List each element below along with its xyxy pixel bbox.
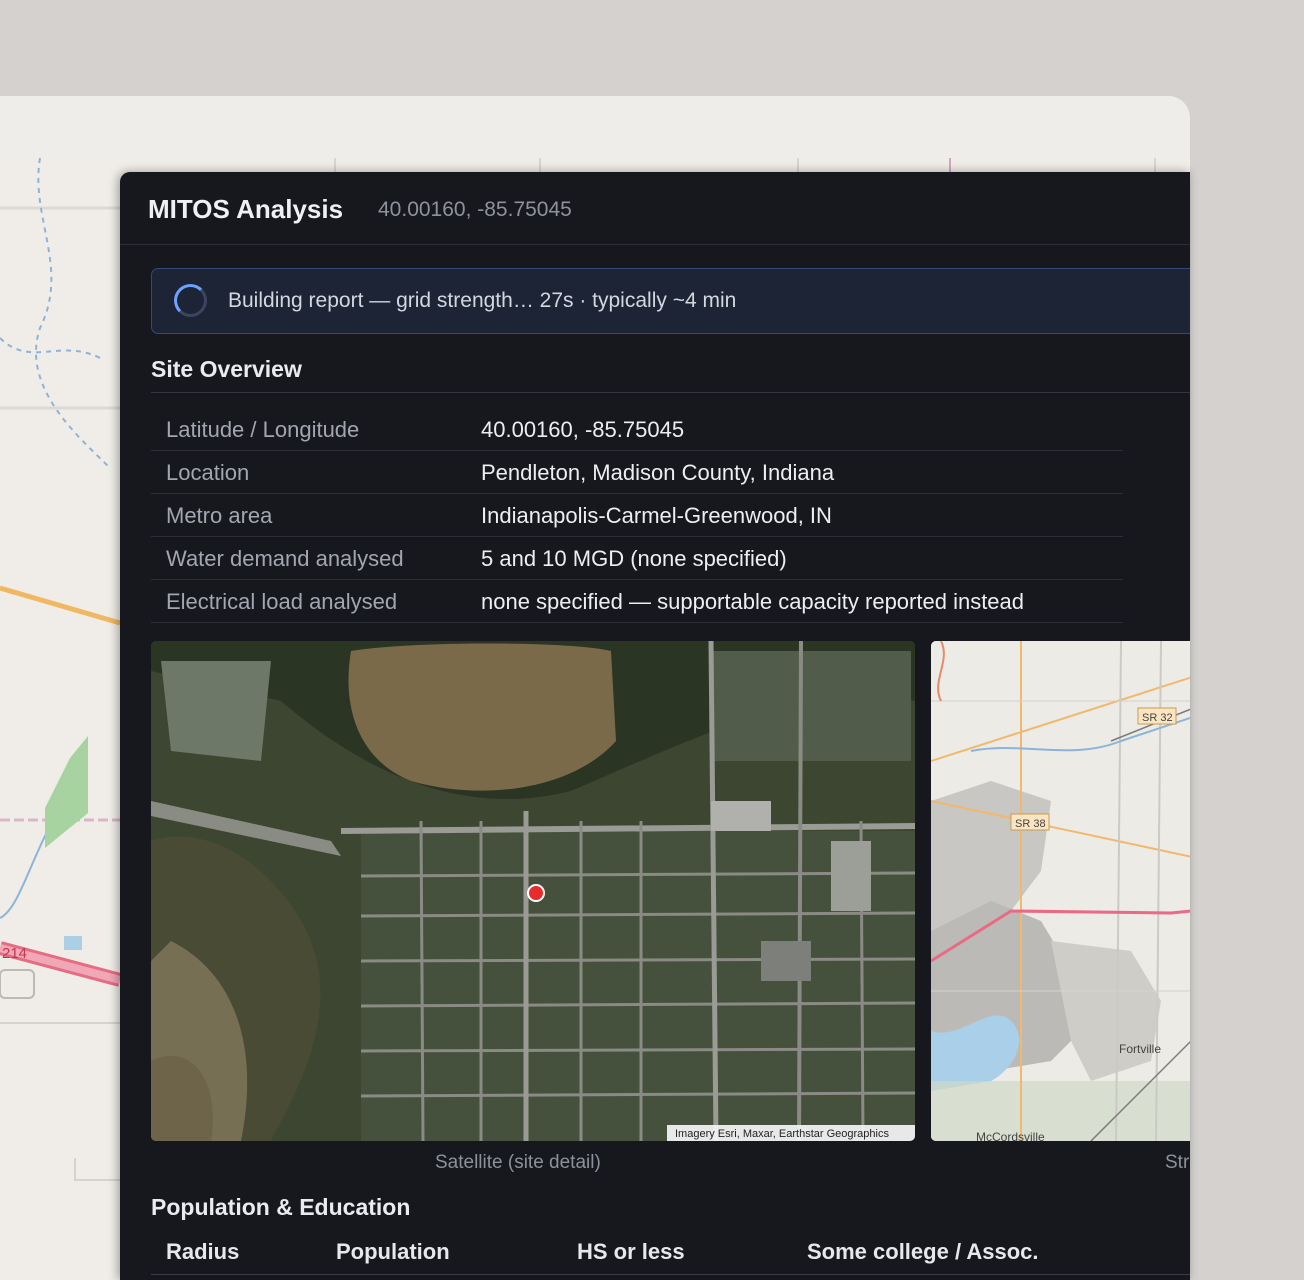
analysis-panel: MITOS Analysis 40.00160, -85.75045 Build…	[120, 172, 1190, 1280]
site-marker	[527, 884, 545, 902]
map-attribution: Imagery Esri, Maxar, Earthstar Geographi…	[675, 1128, 889, 1140]
column-header-radius: Radius	[166, 1239, 240, 1264]
table-row: Latitude / Longitude 40.00160, -85.75045	[151, 408, 1123, 451]
column-header-population: Population	[336, 1239, 450, 1264]
street-map[interactable]: SR 32 SR 38 Fortville McCordsville	[931, 641, 1190, 1141]
row-value: 40.00160, -85.75045	[481, 417, 685, 442]
section-divider	[151, 392, 1190, 393]
population-table-header: Radius Population HS or less Some colleg…	[151, 1234, 1190, 1275]
panel-title: MITOS Analysis	[148, 194, 344, 224]
street-map-caption: Str	[1165, 1152, 1190, 1173]
population-education-title: Population & Education	[151, 1194, 411, 1220]
site-overview-title: Site Overview	[151, 356, 302, 382]
row-label: Electrical load analysed	[166, 589, 398, 614]
table-row: Water demand analysed 5 and 10 MGD (none…	[151, 537, 1123, 580]
row-label: Metro area	[166, 503, 273, 528]
table-row: Metro area Indianapolis-Carmel-Greenwood…	[151, 494, 1123, 537]
column-header-hs-or-less: HS or less	[577, 1239, 685, 1264]
site-overview-table: Latitude / Longitude 40.00160, -85.75045…	[151, 408, 1123, 623]
road-shield-label: 214	[2, 945, 27, 962]
street-map-graphic: SR 32 SR 38 Fortville McCordsville	[931, 641, 1190, 1141]
column-header-some-college: Some college / Assoc.	[807, 1239, 1039, 1264]
window-title-bar	[0, 96, 1190, 158]
road-label-sr38: SR 38	[1015, 818, 1046, 830]
row-label: Water demand analysed	[166, 546, 404, 571]
satellite-map[interactable]: Imagery Esri, Maxar, Earthstar Geographi…	[151, 641, 915, 1141]
panel-coordinates: 40.00160, -85.75045	[378, 198, 572, 221]
row-value: none specified — supportable capacity re…	[481, 589, 1025, 614]
row-label: Location	[166, 460, 250, 485]
row-value: Indianapolis-Carmel-Greenwood, IN	[481, 503, 832, 528]
progress-status-text: Building report — grid strength… 27s · t…	[228, 289, 737, 312]
satellite-caption: Satellite (site detail)	[435, 1152, 601, 1173]
row-value: Pendleton, Madison County, Indiana	[481, 460, 835, 485]
report-progress-banner: Building report — grid strength… 27s · t…	[151, 268, 1190, 334]
row-label: Latitude / Longitude	[166, 417, 360, 442]
road-label-sr32: SR 32	[1142, 712, 1173, 724]
town-label-mccordsville: McCordsville	[976, 1130, 1045, 1141]
table-row: Electrical load analysed none specified …	[151, 580, 1123, 623]
panel-header: MITOS Analysis 40.00160, -85.75045	[120, 172, 1190, 245]
town-label-fortville: Fortville	[1119, 1042, 1161, 1056]
loading-spinner-icon	[174, 284, 207, 317]
table-row: Location Pendleton, Madison County, Indi…	[151, 451, 1123, 494]
row-value: 5 and 10 MGD (none specified)	[481, 546, 787, 571]
